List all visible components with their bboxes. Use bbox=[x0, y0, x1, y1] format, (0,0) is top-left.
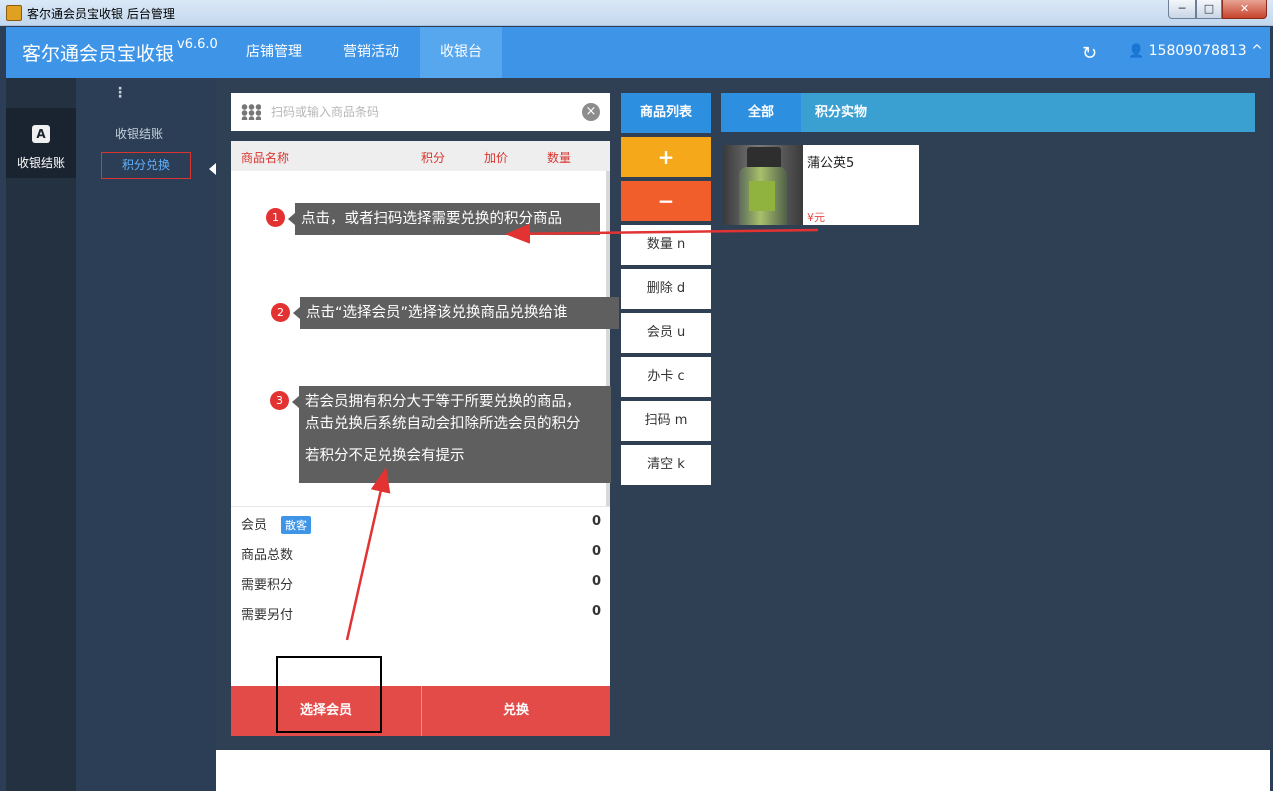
minus-button[interactable]: − bbox=[621, 181, 711, 221]
extra-pay-value: 0 bbox=[591, 604, 601, 619]
new-card-button[interactable]: 办卡 c bbox=[621, 357, 711, 397]
app-version: v6.6.0 bbox=[177, 37, 218, 52]
user-icon: 👤 bbox=[1128, 44, 1145, 59]
member-button[interactable]: 会员 u bbox=[621, 313, 711, 353]
refresh-icon[interactable]: ↻ bbox=[1082, 43, 1097, 64]
nav-cashier[interactable]: 收银台 bbox=[420, 27, 502, 78]
col-markup: 加价 bbox=[484, 151, 509, 165]
subnav-checkout[interactable]: 收银结账 bbox=[115, 125, 163, 142]
tab-all[interactable]: 全部 bbox=[721, 93, 801, 132]
nav-marketing[interactable]: 营销活动 bbox=[328, 27, 414, 78]
active-caret-icon bbox=[209, 163, 216, 175]
clear-icon[interactable]: × bbox=[582, 103, 600, 121]
delete-button[interactable]: 删除 d bbox=[621, 269, 711, 309]
clear-button[interactable]: 清空 k bbox=[621, 445, 711, 485]
scan-button[interactable]: 扫码 m bbox=[621, 401, 711, 441]
col-product-name: 商品名称 bbox=[241, 151, 290, 165]
step-1-badge: 1 bbox=[266, 208, 285, 227]
total-items-value: 0 bbox=[591, 544, 601, 559]
barcode-input[interactable] bbox=[271, 102, 571, 122]
subnav-points-exchange[interactable]: 积分兑换 bbox=[101, 152, 191, 179]
left-sidebar bbox=[6, 78, 76, 791]
grid-icon[interactable] bbox=[241, 104, 261, 120]
window-title: 客尔通会员宝收银 后台管理 bbox=[27, 7, 175, 21]
tab-points-goods[interactable]: 积分实物 bbox=[801, 93, 881, 132]
cart-header: 商品名称 积分 加价 数量 bbox=[231, 141, 610, 171]
maximize-button[interactable]: □ bbox=[1196, 0, 1222, 19]
quantity-button[interactable]: 数量 n bbox=[621, 225, 711, 265]
chevron-up-icon: ^ bbox=[1251, 43, 1263, 59]
summary-member-row: 会员 散客 0 bbox=[241, 514, 601, 534]
sub-sidebar: 收银结账 积分兑换 bbox=[76, 108, 216, 791]
top-nav: 客尔通会员宝收银 v6.6.0 店铺管理 营销活动 收银台 ↻ 👤 1580907… bbox=[6, 27, 1270, 78]
minimize-button[interactable]: ─ bbox=[1168, 0, 1196, 19]
member-tag: 散客 bbox=[281, 516, 312, 534]
member-value: 0 bbox=[591, 514, 601, 529]
sidebar-item-checkout[interactable]: A 收银结账 bbox=[6, 108, 76, 178]
plus-button[interactable]: + bbox=[621, 137, 711, 177]
product-card[interactable]: 蒲公英5 ¥元 bbox=[723, 145, 919, 225]
nav-store-management[interactable]: 店铺管理 bbox=[231, 27, 317, 78]
more-icon[interactable]: ⋮ bbox=[113, 85, 127, 101]
exchange-button[interactable]: 兑换 bbox=[422, 686, 610, 736]
category-tabs: 全部 积分实物 bbox=[721, 93, 1255, 132]
step-3-badge: 3 bbox=[270, 391, 289, 410]
user-menu[interactable]: 👤 15809078813 ^ bbox=[1128, 43, 1263, 59]
window-titlebar: 客尔通会员宝收银 后台管理 ─ □ ✕ bbox=[0, 0, 1273, 26]
col-quantity: 数量 bbox=[547, 151, 572, 165]
step-2-callout: 点击“选择会员”选择该兑换商品兑换给谁 bbox=[293, 297, 619, 329]
product-price: ¥元 bbox=[807, 211, 825, 224]
points-value: 0 bbox=[591, 574, 601, 589]
app-icon bbox=[6, 5, 22, 21]
footer-area bbox=[216, 750, 1270, 791]
user-phone: 15809078813 bbox=[1148, 43, 1247, 59]
summary-extra-pay-row: 需要另付 0 bbox=[241, 604, 601, 623]
sidebar-item-label: 收银结账 bbox=[16, 156, 65, 170]
step-2-badge: 2 bbox=[271, 303, 290, 322]
step-3-callout: 若会员拥有积分大于等于所要兑换的商品， 点击兑换后系统自动会扣除所选会员的积分 … bbox=[292, 386, 611, 483]
product-name: 蒲公英5 bbox=[807, 156, 855, 171]
checkout-icon: A bbox=[32, 125, 50, 143]
step-1-callout: 点击，或者扫码选择需要兑换的积分商品 bbox=[288, 203, 600, 235]
summary-points-row: 需要积分 0 bbox=[241, 574, 601, 593]
barcode-search: × bbox=[231, 93, 610, 131]
col-points: 积分 bbox=[421, 151, 446, 165]
highlight-box bbox=[276, 656, 382, 733]
product-list-button[interactable]: 商品列表 bbox=[621, 93, 711, 133]
close-button[interactable]: ✕ bbox=[1222, 0, 1267, 19]
summary-total-items-row: 商品总数 0 bbox=[241, 544, 601, 563]
app-brand: 客尔通会员宝收银 v6.6.0 bbox=[22, 37, 218, 65]
product-image bbox=[723, 145, 803, 225]
